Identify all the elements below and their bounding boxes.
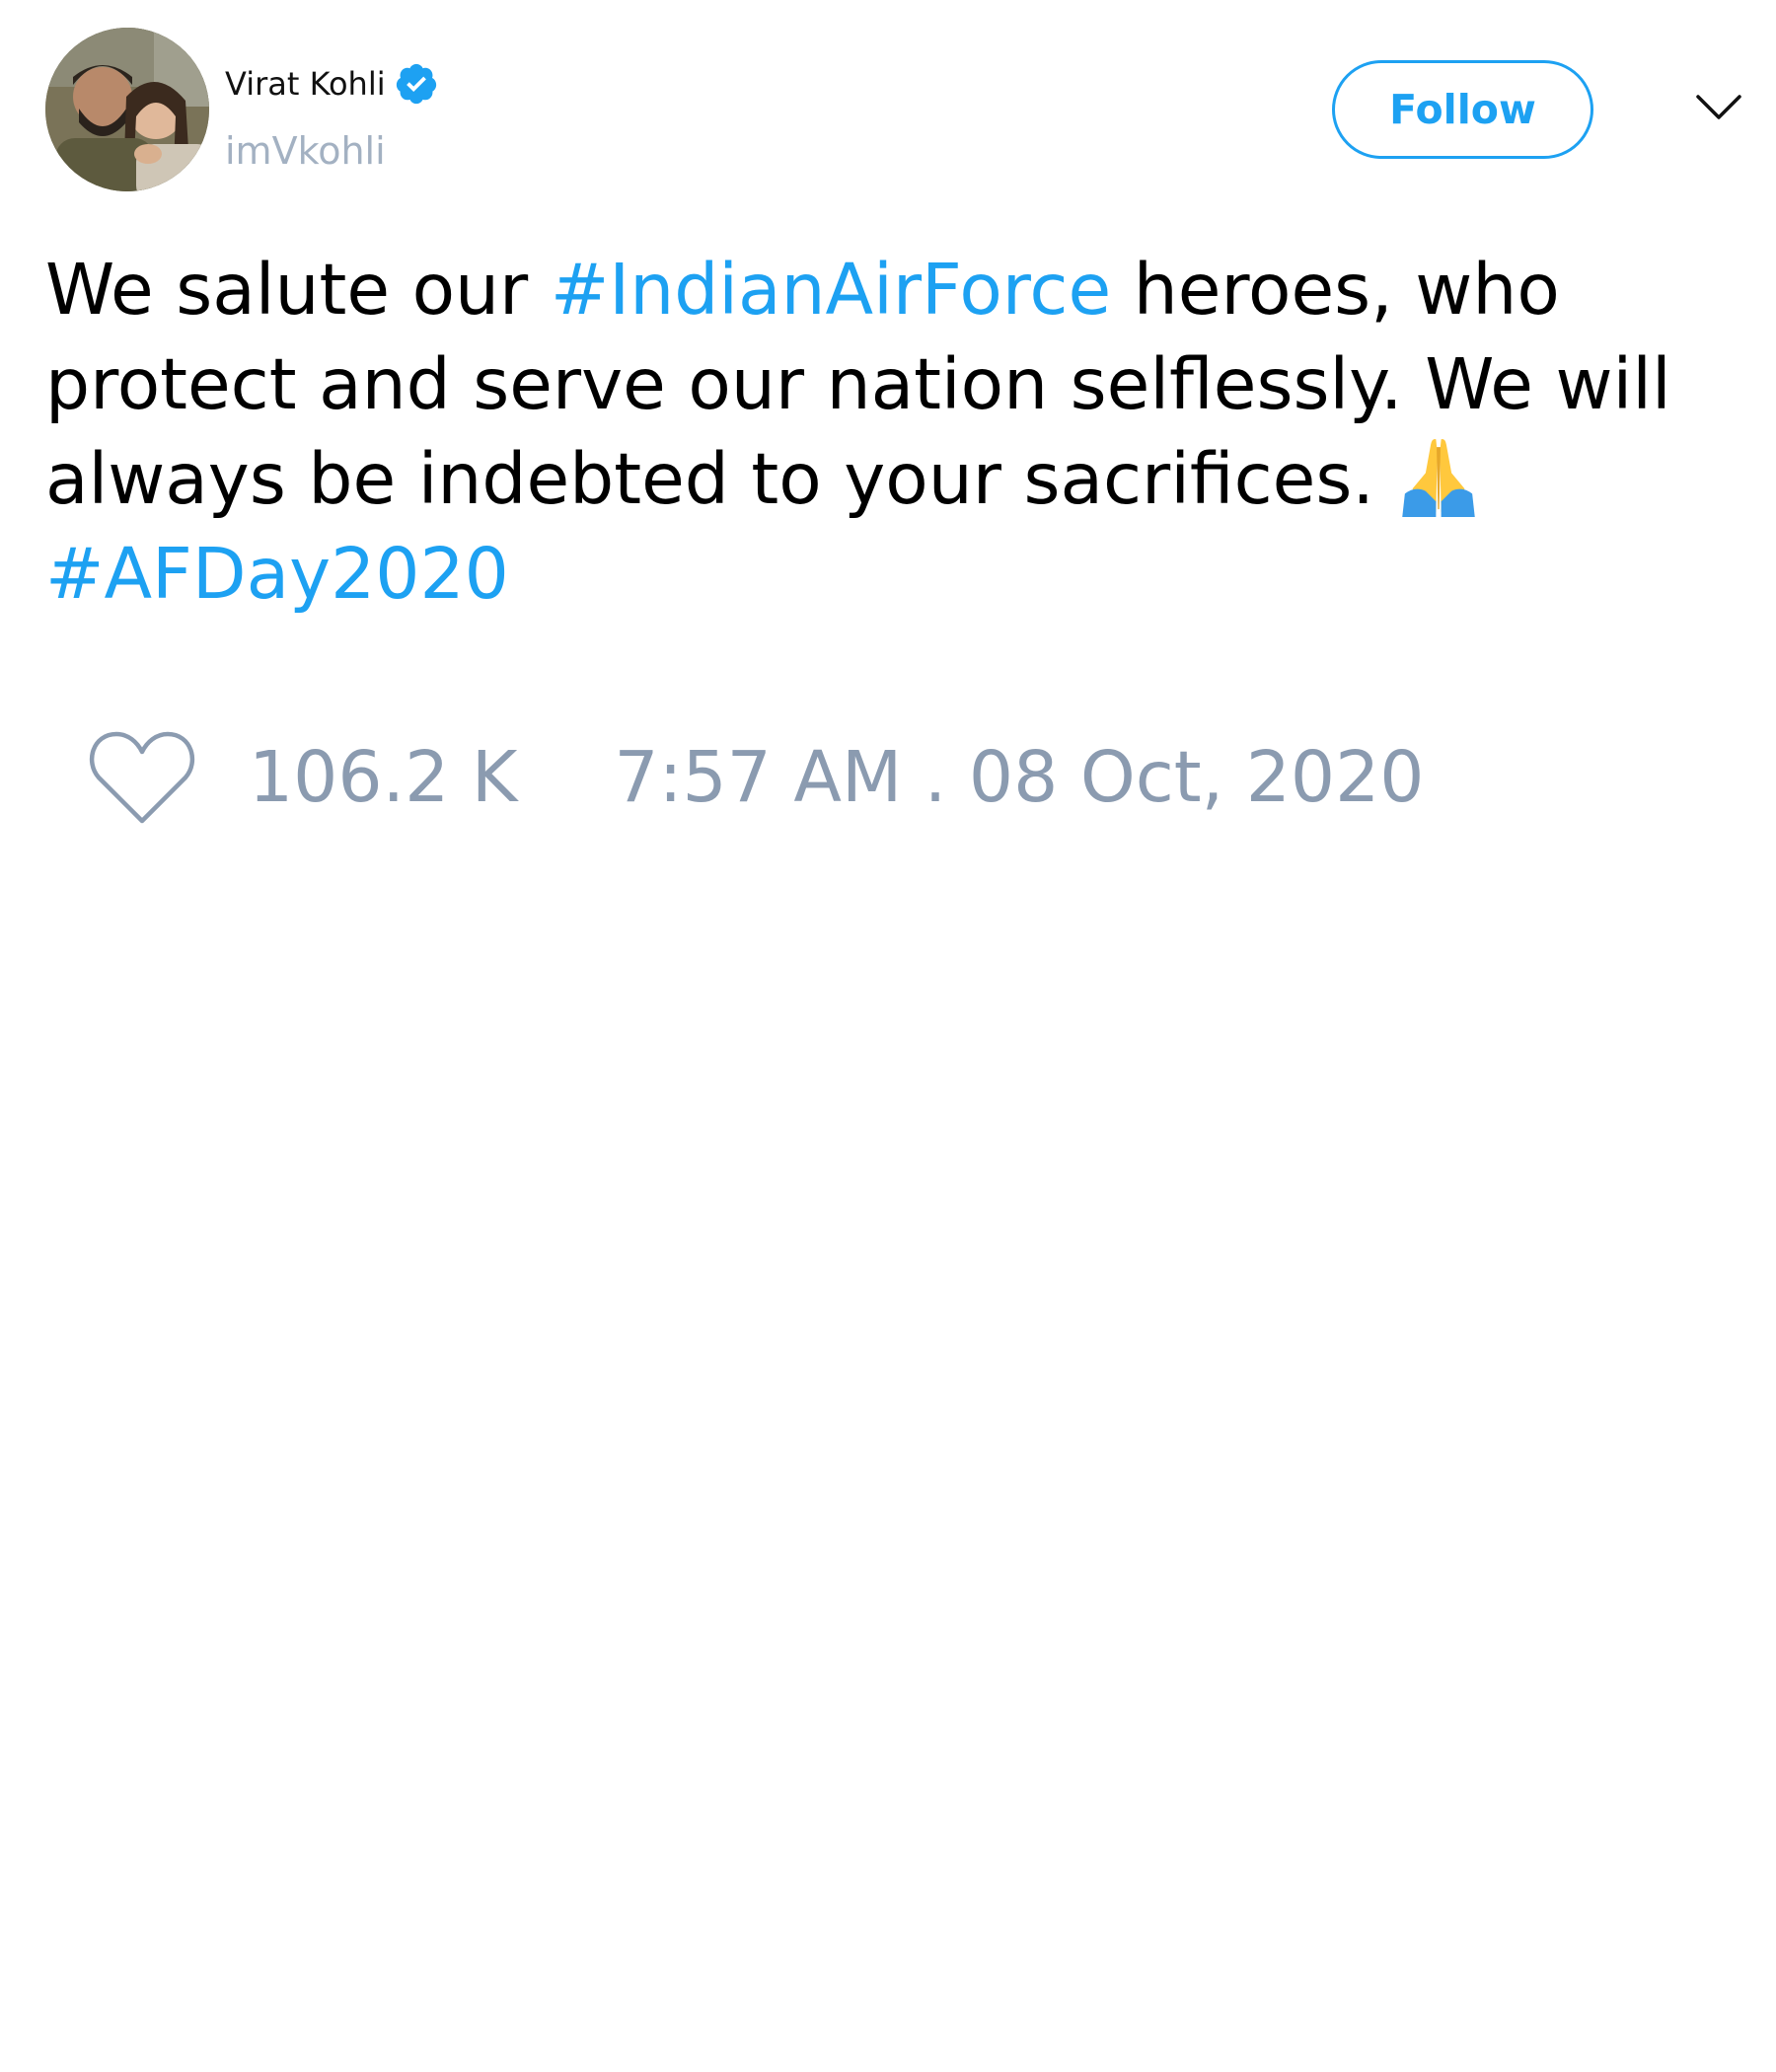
avatar[interactable] xyxy=(45,28,209,191)
heart-icon[interactable] xyxy=(87,728,197,827)
author-display-name[interactable]: Virat Kohli xyxy=(225,61,386,107)
avatar-photo xyxy=(45,28,209,191)
hashtag-link[interactable]: #IndianAirForce xyxy=(551,249,1111,331)
like-count[interactable]: 106.2 K xyxy=(249,728,517,827)
tweet-stats-row: 106.2 K 7:57 AM . 08 Oct, 2020 xyxy=(87,728,1424,827)
folded-hands-emoji-icon xyxy=(1401,439,1475,518)
tweet-text-part: We salute our xyxy=(45,249,551,331)
chevron-down-icon[interactable] xyxy=(1695,93,1742,122)
tweet-timestamp[interactable]: 7:57 AM . 08 Oct, 2020 xyxy=(614,728,1424,827)
tweet-text: We salute our #IndianAirForce heroes, wh… xyxy=(45,243,1723,622)
author-name-row: Virat Kohli xyxy=(225,61,439,107)
follow-button[interactable]: Follow xyxy=(1332,60,1593,159)
verified-badge-icon xyxy=(396,63,436,105)
hashtag-link[interactable]: #AFDay2020 xyxy=(45,533,509,615)
tweet-card: Virat Kohli imVkohli Follow We salute ou… xyxy=(0,0,1776,2072)
author-handle[interactable]: imVkohli xyxy=(225,128,386,174)
